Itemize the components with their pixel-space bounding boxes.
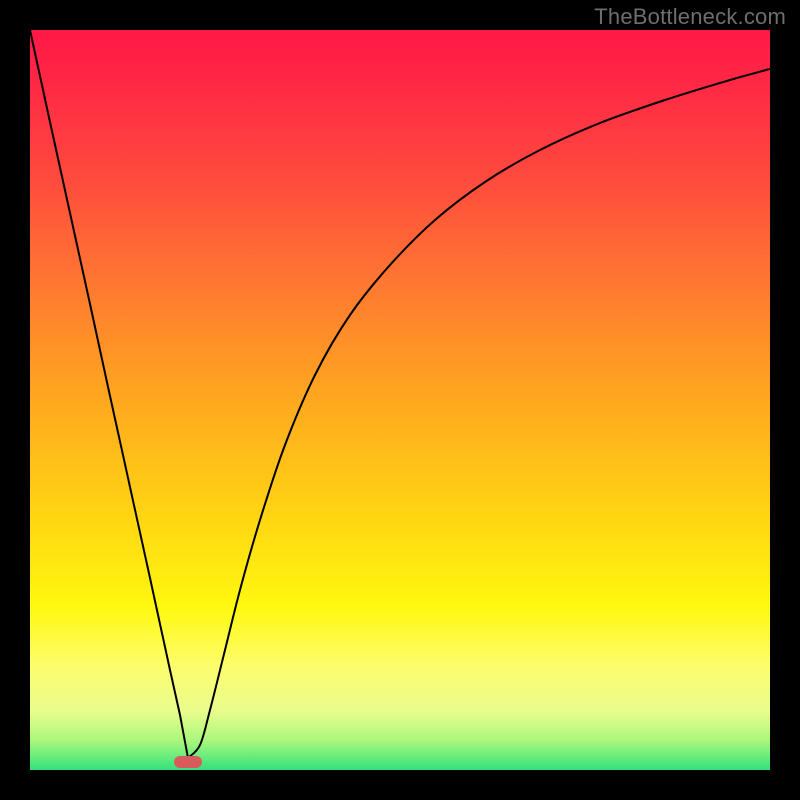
chart-frame: TheBottleneck.com (0, 0, 800, 800)
watermark-text: TheBottleneck.com (594, 4, 786, 30)
minimum-marker (174, 756, 202, 768)
bottleneck-curve (30, 30, 770, 770)
plot-area (30, 30, 770, 770)
